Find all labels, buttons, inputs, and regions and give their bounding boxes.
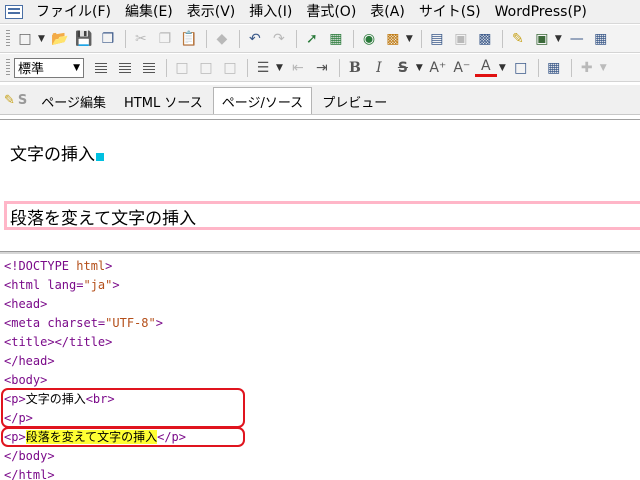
pen-icon[interactable]: ✎: [507, 28, 529, 50]
horizontal-rule-icon[interactable]: —: [566, 28, 588, 50]
source-line: <!DOCTYPE html>: [4, 259, 113, 273]
toolbar-separator: [420, 29, 422, 48]
save-icon[interactable]: 💾: [73, 28, 95, 50]
annotation-box-paragraph: [1, 427, 245, 447]
menu-view[interactable]: 表示(V): [180, 0, 243, 24]
view-tab-bar: ✎ S ページ編集 HTML ソース ページ/ソース プレビュー: [0, 85, 640, 115]
align-right-icon[interactable]: [138, 57, 160, 79]
format-toolbar: 標準 ▼ □ □ □ ☰ ▼ ⇤ ⇥ B I S ▼ A⁺ A⁻ A ▼ □ ▦…: [0, 54, 640, 82]
pencil-icon[interactable]: ✎: [4, 93, 15, 108]
list-dropdown-icon[interactable]: ▼: [276, 63, 283, 73]
undo-icon[interactable]: ↶: [244, 28, 266, 50]
link-icon[interactable]: ➚: [301, 28, 323, 50]
toolbar-separator: [570, 58, 572, 77]
table-grid-icon[interactable]: ▦: [543, 57, 565, 79]
bold-icon[interactable]: B: [344, 57, 366, 79]
source-line: </body>: [4, 449, 55, 463]
layout-left-icon[interactable]: □: [171, 57, 193, 79]
chevron-down-icon: ▼: [73, 62, 80, 73]
standard-toolbar: □ ▼ 📂 💾 ❐ ✂ ❐ 📋 ◆ ↶ ↷ ➚ ▦ ◉ ▩ ▼ ▤ ▣ ▩ ✎ …: [0, 25, 640, 53]
list-icon[interactable]: ☰: [252, 57, 274, 79]
layout-center-icon[interactable]: □: [195, 57, 217, 79]
toolbar-separator: [166, 58, 167, 77]
design-paragraph-1-text: 文字の挿入: [10, 145, 95, 165]
toolbar-separator: [537, 58, 539, 77]
indent-icon[interactable]: ⇥: [311, 57, 333, 79]
new-file-icon[interactable]: □: [14, 28, 36, 50]
italic-icon[interactable]: I: [368, 57, 390, 79]
menu-bar: ファイル(F) 編集(E) 表示(V) 挿入(I) 書式(O) 表(A) サイト…: [0, 0, 640, 24]
format-insert-icon[interactable]: ▩: [382, 28, 404, 50]
menu-site[interactable]: サイト(S): [412, 0, 488, 24]
paragraph-style-select[interactable]: 標準 ▼: [14, 57, 84, 78]
toolbar-separator: [352, 29, 354, 48]
redo-icon[interactable]: ↷: [268, 28, 290, 50]
strikethrough-dropdown-icon[interactable]: ▼: [416, 63, 423, 73]
source-line: <head>: [4, 297, 48, 311]
toolbar-separator: [338, 58, 340, 77]
line-break-marker-icon: [96, 153, 104, 161]
copy-icon[interactable]: ❐: [154, 28, 176, 50]
menu-edit[interactable]: 編集(E): [118, 0, 180, 24]
site-map-icon[interactable]: ▦: [325, 28, 347, 50]
frame-icon[interactable]: ▩: [474, 28, 496, 50]
tab-preview[interactable]: プレビュー: [314, 88, 395, 114]
toolbar-grip[interactable]: [6, 58, 10, 77]
menu-insert[interactable]: 挿入(I): [242, 0, 299, 24]
toolbar-separator: [238, 29, 240, 48]
strikethrough-icon[interactable]: S: [392, 57, 414, 79]
paragraph-style-value: 標準: [18, 62, 45, 77]
toolbar-separator: [247, 58, 248, 77]
align-left-icon[interactable]: [90, 57, 112, 79]
menu-format[interactable]: 書式(O): [299, 0, 363, 24]
toolbar-separator: [295, 29, 297, 48]
web-insert-icon[interactable]: ◉: [358, 28, 380, 50]
menu-file[interactable]: ファイル(F): [29, 0, 118, 24]
font-style-icon[interactable]: □: [510, 57, 532, 79]
tab-page-edit[interactable]: ページ編集: [33, 88, 114, 114]
design-view[interactable]: 文字の挿入 段落を変えて文字の挿入: [0, 119, 640, 251]
font-color-icon[interactable]: A: [474, 58, 497, 77]
eraser-icon[interactable]: ◆: [211, 28, 233, 50]
design-paragraph-1[interactable]: 文字の挿入: [10, 140, 104, 165]
table-insert-dropdown-icon[interactable]: ▼: [600, 63, 607, 73]
table-insert-icon[interactable]: ✚: [576, 57, 598, 79]
tab-bar-icons: ✎ S: [4, 86, 27, 114]
font-size-up-icon[interactable]: A⁺: [427, 57, 449, 79]
open-folder-icon[interactable]: 📂: [49, 28, 71, 50]
save-all-icon[interactable]: ❐: [97, 28, 119, 50]
source-line: </head>: [4, 354, 55, 368]
source-view[interactable]: <!DOCTYPE html> <html lang="ja"> <head> …: [0, 254, 640, 480]
source-line: </html>: [4, 468, 55, 480]
source-line: <meta charset="UTF-8">: [4, 316, 163, 330]
tab-html-source[interactable]: HTML ソース: [116, 88, 211, 114]
image-dropdown-icon[interactable]: ▼: [555, 34, 562, 44]
align-center-icon[interactable]: [114, 57, 136, 79]
font-size-down-icon[interactable]: A⁻: [451, 57, 473, 79]
image-icon[interactable]: ▣: [531, 28, 553, 50]
menu-table[interactable]: 表(A): [363, 0, 412, 24]
toolbar-grip[interactable]: [6, 29, 10, 48]
s-icon[interactable]: S: [18, 93, 27, 108]
form-icon[interactable]: ▤: [426, 28, 448, 50]
layer-icon[interactable]: ▣: [450, 28, 472, 50]
toolbar-separator: [205, 29, 207, 48]
table-icon[interactable]: ▦: [590, 28, 612, 50]
toolbar-separator: [124, 29, 126, 48]
format-insert-dropdown-icon[interactable]: ▼: [406, 34, 413, 44]
app-menu-icon[interactable]: [5, 4, 23, 19]
source-line: <title></title>: [4, 335, 113, 349]
source-line: <html lang="ja">: [4, 278, 120, 292]
toolbar-separator: [501, 29, 503, 48]
outdent-icon[interactable]: ⇤: [287, 57, 309, 79]
menu-wordpress[interactable]: WordPress(P): [488, 0, 594, 24]
font-color-dropdown-icon[interactable]: ▼: [499, 63, 506, 73]
tab-page-source[interactable]: ページ/ソース: [212, 87, 313, 114]
new-file-dropdown-icon[interactable]: ▼: [38, 34, 45, 44]
annotation-box-br: [1, 388, 245, 428]
layout-right-icon[interactable]: □: [219, 57, 241, 79]
paste-icon[interactable]: 📋: [178, 28, 200, 50]
cut-icon[interactable]: ✂: [130, 28, 152, 50]
design-paragraph-2[interactable]: 段落を変えて文字の挿入: [10, 204, 196, 229]
